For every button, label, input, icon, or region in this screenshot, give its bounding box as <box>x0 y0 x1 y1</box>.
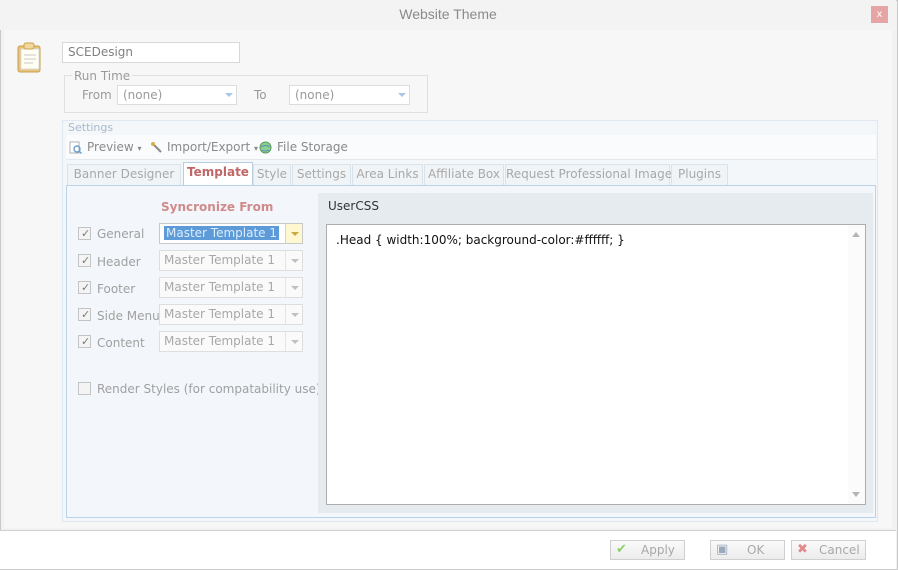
preview-button[interactable]: Preview ▾ <box>87 140 142 154</box>
user-css-editor[interactable]: .Head { width:100%; background-color:#ff… <box>326 224 866 505</box>
close-button[interactable]: x <box>871 6 888 23</box>
footer-checkbox[interactable]: ✓ <box>78 281 91 294</box>
dropdown-arrow-icon: ▾ <box>253 144 258 153</box>
side-menu-template-select[interactable]: Master Template 1 <box>159 304 303 325</box>
header-template-value: Master Template 1 <box>164 253 275 267</box>
apply-label: Apply <box>641 543 675 557</box>
content-template-value: Master Template 1 <box>164 334 275 348</box>
user-css-text: .Head { width:100%; background-color:#ff… <box>336 233 625 247</box>
tab-affiliate-box[interactable]: Affiliate Box <box>424 164 504 185</box>
header-template-select[interactable]: Master Template 1 <box>159 250 303 271</box>
file-storage-button[interactable]: File Storage <box>277 140 348 154</box>
import-export-button[interactable]: Import/Export ▾ <box>167 140 258 154</box>
tab-settings[interactable]: Settings <box>292 164 351 185</box>
cancel-button[interactable]: ✖ Cancel <box>791 540 866 560</box>
user-css-label: UserCSS <box>328 199 379 213</box>
checkmark-icon: ✓ <box>81 308 91 321</box>
side-menu-checkbox[interactable]: ✓ <box>78 308 91 321</box>
content-checkbox[interactable]: ✓ <box>78 335 91 348</box>
window-title: Website Theme <box>399 6 497 22</box>
checkmark-icon: ✓ <box>81 281 91 294</box>
chevron-down-icon <box>285 224 302 243</box>
ok-button[interactable]: ▣ OK <box>710 540 785 560</box>
render-styles-label: Render Styles (for compatability use) <box>97 382 321 396</box>
from-select[interactable]: (none) <box>117 85 237 105</box>
sync-from-heading: Syncronize From <box>161 200 274 214</box>
scroll-down-icon[interactable] <box>852 492 860 497</box>
content-label: Content <box>97 336 145 350</box>
footer-template-value: Master Template 1 <box>164 280 275 294</box>
content-template-select[interactable]: Master Template 1 <box>159 331 303 352</box>
checkmark-icon: ✔ <box>616 542 627 557</box>
chevron-down-icon <box>220 86 236 104</box>
title-bar: Website Theme x <box>0 0 896 30</box>
tab-request-professional-images[interactable]: Request Professional Images <box>505 164 678 185</box>
wrench-icon <box>151 142 162 153</box>
ok-label: OK <box>747 543 765 557</box>
to-label: To <box>254 88 267 102</box>
save-icon: ▣ <box>716 542 729 557</box>
tab-template[interactable]: Template <box>183 162 253 186</box>
to-select[interactable]: (none) <box>289 85 410 105</box>
editor-scrollbar[interactable] <box>848 225 865 504</box>
preview-label: Preview <box>87 140 134 154</box>
side-menu-template-value: Master Template 1 <box>164 307 275 321</box>
footer-template-select[interactable]: Master Template 1 <box>159 277 303 298</box>
from-select-value: (none) <box>123 88 163 102</box>
header-label: Header <box>97 255 141 269</box>
cancel-label: Cancel <box>819 543 860 557</box>
tab-style[interactable]: Style <box>253 164 291 185</box>
footer-label: Footer <box>97 282 136 296</box>
tab-plugins[interactable]: Plugins <box>671 164 728 185</box>
import-export-label: Import/Export <box>167 140 251 154</box>
dropdown-arrow-icon: ▾ <box>137 144 142 153</box>
chevron-down-icon <box>285 278 302 297</box>
chevron-down-icon <box>393 86 409 104</box>
general-template-select[interactable]: Master Template 1 <box>159 223 303 244</box>
checkmark-icon: ✓ <box>81 227 91 240</box>
header-checkbox[interactable]: ✓ <box>78 254 91 267</box>
checkmark-icon: ✓ <box>81 335 91 348</box>
general-template-value: Master Template 1 <box>164 226 279 240</box>
run-time-label: Run Time <box>72 69 133 83</box>
chevron-down-icon <box>285 305 302 324</box>
checkmark-icon: ✓ <box>81 254 91 267</box>
general-checkbox[interactable]: ✓ <box>78 227 91 240</box>
render-styles-checkbox[interactable] <box>78 382 91 395</box>
clipboard-icon <box>17 42 41 73</box>
preview-icon <box>69 141 82 154</box>
chevron-down-icon <box>285 251 302 270</box>
tab-banner-designer[interactable]: Banner Designer <box>67 164 181 185</box>
settings-label: Settings <box>68 121 114 134</box>
chevron-down-icon <box>285 332 302 351</box>
side-menu-label: Side Menu <box>97 309 160 323</box>
general-label: General <box>97 227 145 241</box>
scroll-up-icon[interactable] <box>852 232 860 237</box>
apply-button[interactable]: ✔ Apply <box>610 540 685 560</box>
tab-area-links[interactable]: Area Links <box>352 164 423 185</box>
globe-icon <box>259 141 272 154</box>
close-icon: ✖ <box>797 542 808 557</box>
to-select-value: (none) <box>295 88 335 102</box>
from-label: From <box>82 88 112 102</box>
theme-name-input[interactable]: SCEDesign <box>62 42 240 63</box>
